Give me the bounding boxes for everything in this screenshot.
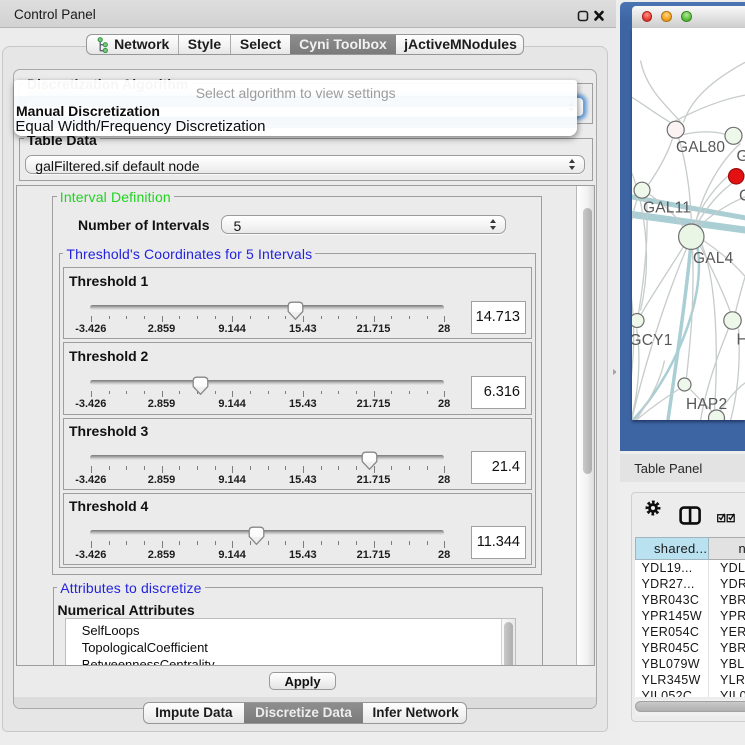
svg-text:GAL80: GAL80: [676, 139, 725, 156]
svg-text:GAL4: GAL4: [693, 250, 734, 267]
svg-text:GCY1: GCY1: [632, 332, 673, 349]
svg-text:HAP2: HAP2: [686, 396, 727, 413]
svg-text:GA: GA: [736, 148, 745, 165]
svg-text:HI: HI: [736, 331, 745, 348]
svg-text:GAL11: GAL11: [643, 199, 691, 216]
svg-text:CR: CR: [739, 187, 745, 204]
